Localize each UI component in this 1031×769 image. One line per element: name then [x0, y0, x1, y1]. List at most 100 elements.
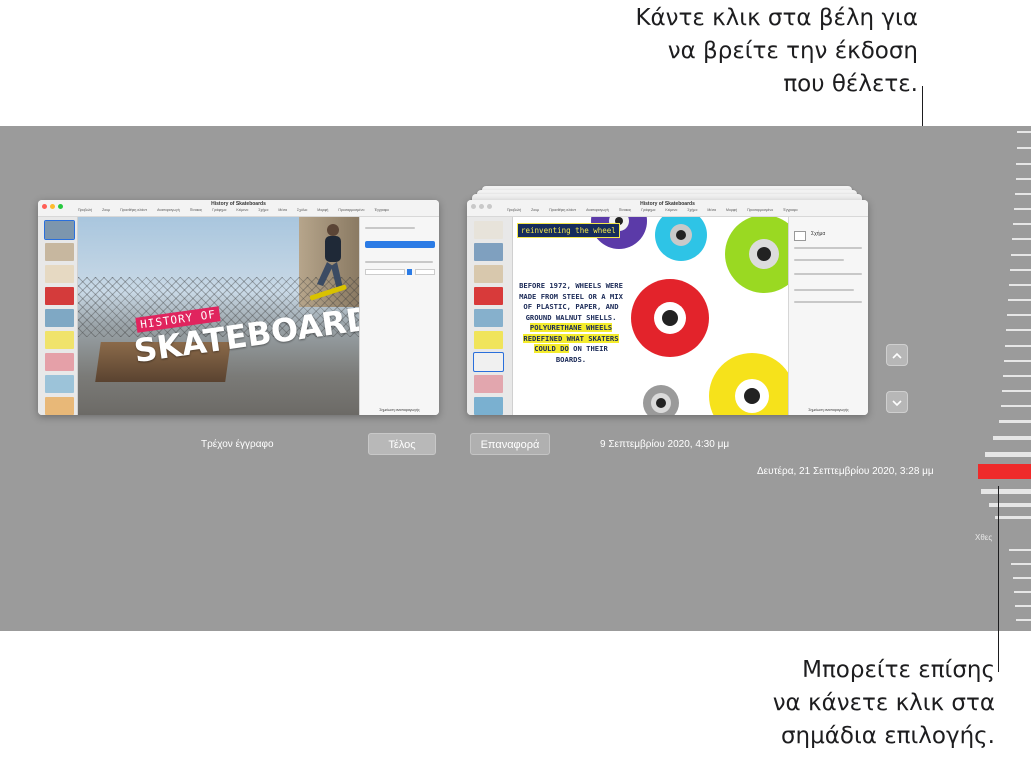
window-toolbar: History of Skateboards Προβολή Ζουμ Προσ…	[38, 200, 439, 217]
toolbar-item[interactable]: Σχόλιο	[297, 208, 307, 212]
toolbar-item[interactable]: Έγγραφο	[374, 208, 388, 212]
slide-thumbnail[interactable]	[45, 397, 74, 415]
slide-body-text: BEFORE 1972, WHEELS WERE MADE FROM STEEL…	[517, 281, 625, 365]
done-button[interactable]: Τέλος	[368, 433, 436, 455]
timeline-tick[interactable]	[1015, 605, 1031, 607]
timeline-tick[interactable]	[989, 503, 1031, 507]
current-document-label: Τρέχον έγγραφο	[201, 439, 274, 450]
next-version-button[interactable]	[886, 391, 908, 413]
inspector-row	[794, 301, 862, 303]
previous-version-button[interactable]	[886, 344, 908, 366]
slide-thumbnail[interactable]	[45, 287, 74, 305]
timeline-tick[interactable]	[1006, 329, 1031, 331]
toolbar-item: Ζουμ	[531, 208, 540, 212]
shape-icon	[794, 231, 806, 241]
timeline-tick[interactable]	[1004, 360, 1031, 362]
inspector-dropdown[interactable]	[365, 269, 405, 275]
slide-thumbnail	[473, 352, 504, 372]
restore-button[interactable]: Επαναφορά	[470, 433, 550, 455]
toolbar-item[interactable]: Προσαρμοσμένο	[338, 208, 364, 212]
body-text: BEFORE 1972, WHEELS WERE MADE FROM STEEL…	[519, 281, 623, 322]
inspector-label: Σχήμα	[811, 231, 826, 237]
chevron-down-icon[interactable]	[407, 269, 412, 275]
toolbar-items: Προβολή Ζουμ Προσθήκη σλάιντ Αναπαραγωγή…	[78, 208, 435, 212]
timeline-selected-tick[interactable]	[978, 464, 1031, 479]
timeline-tick[interactable]	[1011, 563, 1031, 565]
toolbar-item: Κείμενο	[665, 208, 678, 212]
inspector-button[interactable]	[365, 241, 435, 248]
timeline-tick[interactable]	[1016, 178, 1031, 180]
slide-thumbnail[interactable]	[45, 375, 74, 393]
callout-line: να κάνετε κλικ στα	[772, 690, 995, 716]
toolbar-item[interactable]: Γράφημα	[212, 208, 226, 212]
timeline-tick[interactable]	[993, 436, 1031, 440]
toolbar-items: Προβολή Ζουμ Προσθήκη σλάιντ Αναπαραγωγή…	[507, 208, 864, 212]
toolbar-item[interactable]: Κείμενο	[236, 208, 248, 212]
timeline-tick[interactable]	[1016, 163, 1031, 165]
wheel-bearing	[643, 385, 679, 415]
timeline-tick[interactable]	[1013, 223, 1031, 225]
toolbar-item[interactable]: Σχήμα	[258, 208, 268, 212]
timeline-tick[interactable]	[985, 452, 1031, 457]
timeline-tick[interactable]	[1005, 345, 1031, 347]
timeline-tick[interactable]	[981, 489, 1031, 494]
inspector-panel: Σχήμα Σημείωση αναπαραγωγής	[788, 217, 868, 415]
window-toolbar: History of Skateboards Προβολή Ζουμ Προσ…	[467, 200, 868, 217]
slide-thumbnail	[474, 221, 503, 239]
toolbar-item[interactable]: Πίνακας	[190, 208, 203, 212]
slide-thumbnail	[474, 287, 503, 305]
timeline-tick[interactable]	[995, 516, 1031, 519]
timeline-tick[interactable]	[1017, 147, 1031, 149]
timeline-tick[interactable]	[1011, 254, 1031, 256]
timeline-tick[interactable]	[1007, 314, 1031, 316]
toolbar-item[interactable]: Μορφή	[317, 208, 328, 212]
slide-thumbnail	[474, 265, 503, 283]
timeline-tick[interactable]	[1002, 390, 1031, 392]
inspector-row	[794, 289, 854, 291]
current-document-window[interactable]: History of Skateboards Προβολή Ζουμ Προσ…	[38, 200, 439, 415]
slide-thumbnail[interactable]	[44, 220, 75, 240]
timeline-tick[interactable]	[1001, 405, 1031, 407]
timeline-tick[interactable]	[1010, 269, 1031, 271]
toolbar-item: Γράφημα	[641, 208, 656, 212]
callout-line: που θέλετε.	[783, 71, 918, 97]
chevron-down-icon	[892, 400, 902, 407]
toolbar-item[interactable]: Προβολή	[78, 208, 92, 212]
inspector-row	[794, 247, 862, 249]
timeline-tick[interactable]	[1014, 591, 1031, 593]
timeline-tick[interactable]	[1008, 299, 1031, 301]
inspector-field[interactable]	[415, 269, 435, 275]
toolbar-item[interactable]: Μέσα	[278, 208, 287, 212]
slide-thumbnail	[474, 375, 503, 393]
timeline-tick[interactable]	[1012, 238, 1031, 240]
slide-thumbnail[interactable]	[45, 243, 74, 261]
timeline-tick[interactable]	[999, 420, 1031, 423]
timeline-tick[interactable]	[1016, 619, 1031, 621]
timeline-tick[interactable]	[1009, 549, 1031, 551]
timeline-tick[interactable]	[1009, 284, 1031, 286]
callout-arrows: Κάντε κλικ στα βέλη για να βρείτε την έκ…	[480, 2, 918, 101]
timeline-tick[interactable]	[1013, 577, 1031, 579]
toolbar-item: Μέσα	[707, 208, 717, 212]
toolbar-item[interactable]: Αναπαραγωγή	[157, 208, 180, 212]
timeline-tick[interactable]	[1017, 131, 1031, 133]
timeline-tick[interactable]	[1014, 208, 1031, 210]
slide-thumbnail[interactable]	[45, 265, 74, 283]
toolbar-item[interactable]: Ζουμ	[102, 208, 110, 212]
window-title: History of Skateboards	[211, 201, 266, 207]
slide-thumbnail	[474, 309, 503, 327]
toolbar-item: Προσθήκη σλάιντ	[549, 208, 577, 212]
callout-ticks: Μπορείτε επίσης να κάνετε κλικ στα σημάδ…	[600, 654, 995, 753]
inspector-row	[365, 227, 415, 229]
timeline-tick[interactable]	[1015, 193, 1031, 195]
slide-thumbnail[interactable]	[45, 309, 74, 327]
callout-line: σημάδια επιλογής.	[780, 723, 995, 749]
inspector-footer: Σημείωση αναπαραγωγής	[379, 408, 420, 412]
timeline-tick[interactable]	[1003, 375, 1031, 377]
toolbar-item: Πίνακας	[618, 208, 632, 212]
inspector-row	[794, 273, 862, 275]
previous-version-window[interactable]: History of Skateboards Προβολή Ζουμ Προσ…	[467, 200, 868, 415]
slide-thumbnail[interactable]	[45, 331, 74, 349]
slide-thumbnail[interactable]	[45, 353, 74, 371]
toolbar-item[interactable]: Προσθήκη σλάιντ	[120, 208, 147, 212]
